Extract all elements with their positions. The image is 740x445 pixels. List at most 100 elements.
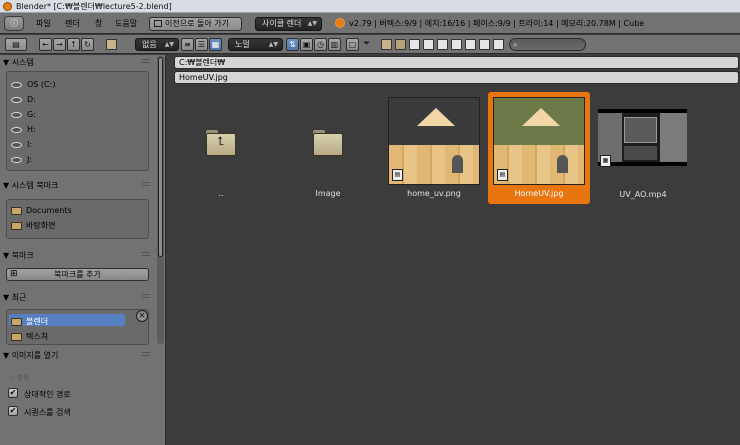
list-item-drive[interactable]: G:: [11, 110, 36, 119]
system-bookmark-list: Documents 바탕화면: [6, 199, 149, 239]
filename-filter-input[interactable]: ⌕: [509, 38, 586, 51]
system-drive-list: OS (C:) D: G: H: I: J:: [6, 71, 149, 171]
long-list-icon: ☰: [197, 40, 206, 49]
menu-help[interactable]: 도움말: [115, 18, 137, 29]
square-icon: ▢: [348, 40, 357, 49]
info-header: ⓘ 파일 렌더 창 도움말 이전으로 돌아 가기 사이클 렌더 ▲▼ v2.79…: [0, 13, 740, 34]
scrollbar-thumb[interactable]: [158, 57, 163, 257]
new-folder-icon[interactable]: [106, 39, 117, 50]
panel-grip-icon[interactable]: [142, 59, 150, 63]
disk-drive-icon: [11, 111, 22, 118]
hide-dotfiles-button[interactable]: ▢: [346, 38, 359, 51]
sort-time-icon: ◷: [317, 40, 324, 49]
blender-version-icon: [335, 18, 345, 28]
editor-type-file-browser-button[interactable]: ▤: [5, 38, 27, 51]
title-bar: Blender* [C:₩블렌더₩lecture5-2.blend]: [0, 0, 740, 13]
filename-field[interactable]: HomeUV.jpg: [174, 71, 739, 84]
panel-grip-icon[interactable]: [142, 182, 150, 186]
menu-window[interactable]: 창: [95, 18, 102, 29]
folder-icon: [11, 317, 22, 326]
panel-header-recent[interactable]: ▼ 최근: [3, 292, 26, 303]
list-item-bookmark[interactable]: 바탕화면: [11, 220, 55, 231]
file-tile-parent[interactable]: ⮤ ..: [170, 92, 272, 204]
video-thumbnail[interactable]: [598, 109, 687, 166]
sort-ext-button[interactable]: ▣: [300, 38, 313, 51]
filter-font-icon[interactable]: [465, 39, 476, 50]
panel-header-open-image[interactable]: ▼ 이미지를 열기: [3, 350, 58, 361]
menu-file[interactable]: 파일: [36, 18, 51, 29]
arrow-right-icon: →: [56, 40, 63, 49]
chevron-updown-icon: ▲▼: [307, 20, 317, 27]
filter-icon[interactable]: ⏷: [363, 39, 370, 49]
directory-path-field[interactable]: C:₩블렌더₩: [174, 56, 739, 69]
recursion-select[interactable]: 없음 ▲▼: [135, 38, 179, 51]
add-bookmark-button[interactable]: ⊞ 북마크를 추가: [6, 268, 149, 281]
image-file-icon: ▤: [392, 169, 403, 181]
back-to-previous-button[interactable]: 이전으로 돌아 가기: [149, 17, 242, 31]
arrow-left-icon: ←: [42, 40, 49, 49]
sort-time-button[interactable]: ◷: [314, 38, 327, 51]
filter-text-icon[interactable]: [493, 39, 504, 50]
sidebar-scrollbar[interactable]: [157, 56, 164, 344]
filter-image-icon[interactable]: [423, 39, 434, 50]
file-tile-image[interactable]: ▤ home_uv.png: [383, 92, 485, 204]
list-item-recent[interactable]: 텍스쳐: [11, 331, 48, 342]
file-browser-header: ▤ ← → ↑ ↻ 없음 ▲▼ ≡ ☰ ▦ 노멀 ▲▼ ⇅ ▣ ◷ ▥ ▢ ⏷ …: [0, 35, 740, 54]
filter-movie-icon[interactable]: [437, 39, 448, 50]
short-list-icon: ≡: [184, 40, 191, 49]
file-name[interactable]: UV_AO.mp4: [592, 190, 694, 199]
recursion-value: 없음: [142, 40, 157, 49]
filter-folder-icon[interactable]: [381, 39, 392, 50]
panel-header-system-bookmarks[interactable]: ▼ 시스템 북마크: [3, 180, 58, 191]
thumbnail-size-select[interactable]: 노멀 ▲▼: [228, 38, 283, 51]
parent-folder-icon: ⮤: [206, 130, 236, 156]
file-tile-folder[interactable]: Image: [277, 92, 379, 204]
clear-recent-button[interactable]: ✕: [136, 310, 148, 322]
sort-alpha-button[interactable]: ⇅: [286, 38, 299, 51]
panel-grip-icon[interactable]: [142, 252, 150, 256]
sort-alpha-icon: ⇅: [289, 40, 296, 49]
list-item-drive[interactable]: H:: [11, 125, 36, 134]
panel-header-bookmarks[interactable]: ▼ 북마크: [3, 250, 34, 261]
panel-grip-icon[interactable]: [142, 294, 150, 298]
detect-sequences-checkbox[interactable]: ✔: [8, 406, 18, 416]
refresh-button[interactable]: ↻: [81, 38, 94, 51]
sort-size-button[interactable]: ▥: [328, 38, 341, 51]
file-name: Image: [315, 189, 341, 198]
disk-drive-icon: [11, 126, 22, 133]
folder-icon: [313, 130, 343, 156]
panel-header-system[interactable]: ▼ 시스템: [3, 57, 34, 68]
file-name: home_uv.png: [407, 189, 461, 198]
filter-blend-icon[interactable]: [395, 39, 406, 50]
panel-grip-icon[interactable]: [142, 352, 150, 356]
list-item-bookmark[interactable]: Documents: [11, 206, 72, 215]
list-item-drive[interactable]: OS (C:): [11, 80, 55, 89]
forward-arrow-button[interactable]: →: [53, 38, 66, 51]
image-thumbnail: ▤: [493, 97, 585, 185]
file-tile-image-selected[interactable]: ▤ HomeUV.jpg: [488, 92, 590, 204]
filter-sound-icon[interactable]: [479, 39, 490, 50]
back-arrow-button[interactable]: ←: [39, 38, 52, 51]
editor-type-button[interactable]: ⓘ: [4, 16, 24, 31]
file-name: HomeUV.jpg: [514, 189, 564, 198]
list-item-drive[interactable]: J:: [11, 155, 32, 164]
display-detailed-button[interactable]: ☰: [195, 38, 208, 51]
display-thumbnails-button[interactable]: ▦: [209, 38, 222, 51]
back-button-label: 이전으로 돌아 가기: [165, 19, 229, 28]
list-item-recent[interactable]: 블렌더: [11, 316, 48, 327]
relative-path-checkbox[interactable]: ✔: [8, 388, 18, 398]
menu-render[interactable]: 렌더: [65, 18, 80, 29]
disk-drive-icon: [11, 156, 22, 163]
render-engine-select[interactable]: 사이클 렌더 ▲▼: [255, 17, 322, 31]
render-engine-value: 사이클 렌더: [262, 19, 302, 28]
display-list-button[interactable]: ≡: [181, 38, 194, 51]
close-icon: ✕: [138, 311, 146, 320]
filter-script-icon[interactable]: [451, 39, 462, 50]
list-item-drive[interactable]: I:: [11, 140, 32, 149]
parent-directory-button[interactable]: ↑: [67, 38, 80, 51]
left-sidebar: ▼ 시스템 OS (C:) D: G: H: I: J: ▼ 시스템 북마크 D…: [0, 55, 166, 445]
folder-icon: [11, 206, 22, 215]
list-item-drive[interactable]: D:: [11, 95, 36, 104]
folder-icon: [11, 221, 22, 230]
filter-backup-icon[interactable]: [409, 39, 420, 50]
